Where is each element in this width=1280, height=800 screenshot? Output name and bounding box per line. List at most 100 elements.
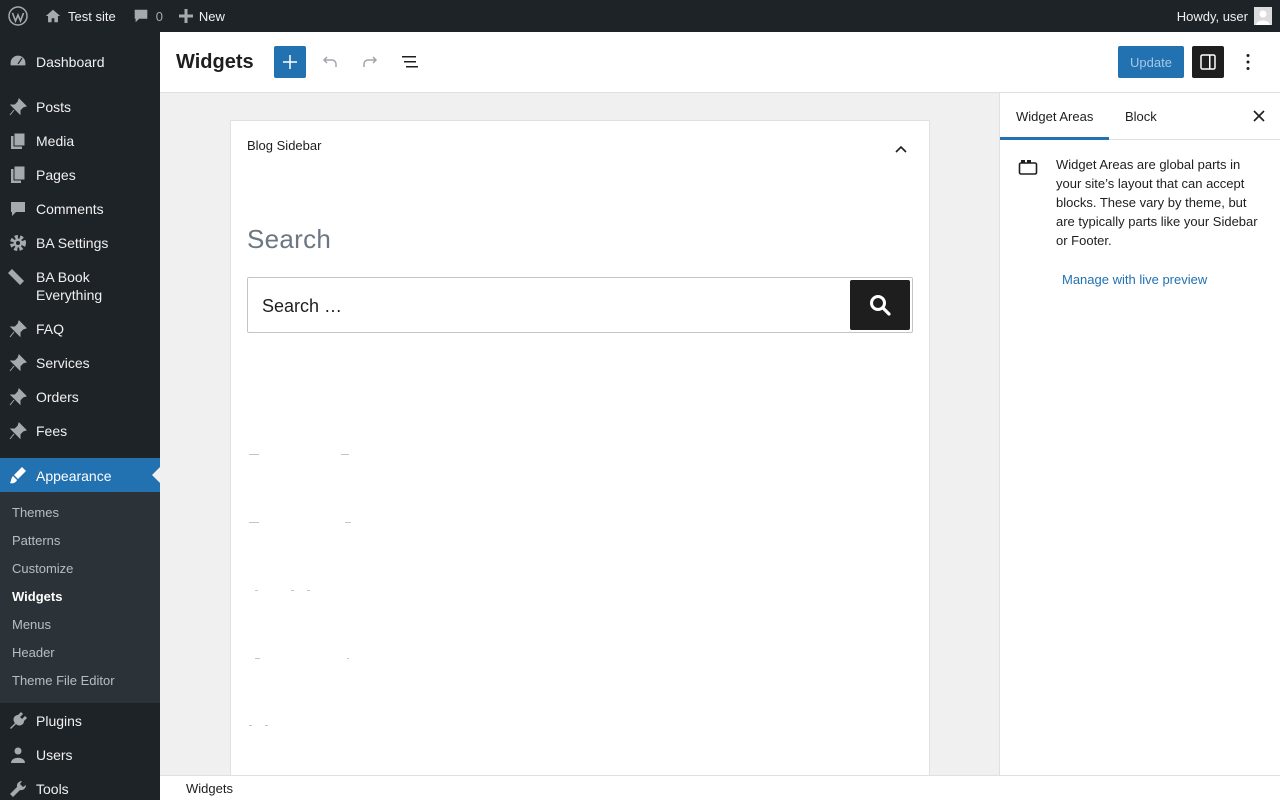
my-account-link[interactable]: Howdy, user — [1169, 0, 1280, 32]
editor-header: Widgets Update — [160, 32, 1280, 93]
submenu-item-themes[interactable]: Themes — [12, 505, 59, 520]
placeholder-block-line — [247, 725, 367, 726]
new-label: New — [198, 8, 225, 24]
new-content-link[interactable]: New — [171, 0, 233, 32]
redo-icon — [363, 56, 378, 67]
sidebar-item-appearance[interactable]: Appearance — [0, 458, 160, 492]
placeholder-block-line — [247, 454, 367, 455]
sidebar-item-comments[interactable]: Comments — [0, 199, 160, 219]
sidebar-item-posts[interactable]: Posts — [0, 97, 160, 117]
sidebar-item-orders[interactable]: Orders — [0, 387, 160, 407]
sidebar-item-label: BA Settings — [36, 235, 109, 251]
sidebar-item-services[interactable]: Services — [0, 353, 160, 373]
sidebar-item-media[interactable]: Media — [0, 131, 160, 151]
submenu-item-header[interactable]: Header — [12, 645, 55, 660]
sidebar-item-plugins[interactable]: Plugins — [0, 711, 160, 731]
brush-icon — [0, 465, 36, 485]
search-block-heading[interactable]: Search — [247, 224, 331, 255]
manage-live-preview-link[interactable]: Manage with live preview — [1062, 272, 1207, 287]
sidebar-panel-icon — [1200, 54, 1216, 70]
search-block[interactable]: Search … — [247, 277, 913, 333]
options-menu-button[interactable] — [1232, 46, 1264, 78]
sidebar-item-ba-settings[interactable]: BA Settings — [0, 233, 160, 253]
list-view-icon — [402, 56, 418, 68]
sidebar-item-faq[interactable]: FAQ — [0, 319, 160, 339]
search-input[interactable]: Search … — [262, 296, 342, 317]
editor-footer: Widgets — [160, 775, 1280, 800]
close-icon — [1253, 110, 1265, 122]
sidebar-item-label: Dashboard — [36, 54, 105, 70]
dashboard-icon — [0, 52, 36, 72]
settings-sidebar-toggle[interactable] — [1192, 46, 1224, 78]
submenu-item-patterns[interactable]: Patterns — [12, 533, 60, 548]
sidebar-item-fees[interactable]: Fees — [0, 421, 160, 441]
settings-sidebar: Widget Areas Block Widget Areas are glob… — [999, 93, 1280, 775]
gear-icon — [0, 233, 36, 253]
plug-icon — [0, 711, 36, 731]
placeholder-block-line — [247, 658, 367, 659]
search-icon — [870, 295, 891, 316]
editor-canvas: Blog Sidebar Search Search … — [160, 93, 999, 775]
comments-count: 0 — [155, 8, 163, 24]
comment-bubble-icon — [132, 7, 150, 25]
sidebar-item-dashboard[interactable]: Dashboard — [0, 52, 160, 72]
pages-icon — [0, 165, 36, 185]
submenu-item-widgets[interactable]: Widgets — [12, 589, 62, 604]
sidebar-item-ba-book-everything[interactable]: BA Book Everything — [0, 267, 160, 304]
tab-widget-areas[interactable]: Widget Areas — [1000, 93, 1109, 140]
close-sidebar-button[interactable] — [1247, 104, 1271, 128]
pin-icon — [0, 353, 36, 373]
breadcrumb[interactable]: Widgets — [186, 781, 233, 796]
sidebar-item-label: Users — [36, 747, 73, 763]
admin-bar: Test site 0 New Howdy, user — [0, 0, 1280, 32]
undo-button[interactable] — [314, 46, 346, 78]
sidebar-item-users[interactable]: Users — [0, 745, 160, 765]
sidebar-item-tools[interactable]: Tools — [0, 779, 160, 799]
submenu-item-menus[interactable]: Menus — [12, 617, 51, 632]
user-icon — [0, 745, 36, 765]
sidebar-item-label: Orders — [36, 389, 79, 405]
page-title: Widgets — [176, 51, 254, 73]
appearance-submenu: Themes Patterns Customize Widgets Menus … — [0, 492, 160, 703]
wordpress-logo-icon[interactable] — [0, 0, 36, 32]
pin-icon — [0, 421, 36, 441]
sidebar-item-label: Tools — [36, 781, 69, 797]
submenu-item-theme-file-editor[interactable]: Theme File Editor — [12, 673, 115, 688]
sidebar-item-pages[interactable]: Pages — [0, 165, 160, 185]
tab-block[interactable]: Block — [1109, 93, 1173, 140]
wrench-icon — [0, 779, 36, 799]
submenu-item-customize[interactable]: Customize — [12, 561, 73, 576]
redo-button[interactable] — [354, 46, 386, 78]
site-name: Test site — [68, 8, 116, 24]
plus-icon — [178, 9, 193, 23]
greeting: Howdy, user — [1176, 8, 1248, 24]
more-vertical-icon — [1246, 54, 1250, 70]
add-block-button[interactable] — [274, 46, 306, 78]
sidebar-tabs: Widget Areas Block — [1000, 93, 1280, 140]
sidebar-item-label: Plugins — [36, 713, 82, 729]
sidebar-item-label: Media — [36, 133, 75, 149]
widget-area-panel: Blog Sidebar Search Search … — [230, 120, 930, 775]
collapse-widget-area-button[interactable] — [889, 137, 913, 161]
pin-icon — [0, 97, 36, 117]
list-view-button[interactable] — [394, 46, 426, 78]
widget-area-title[interactable]: Blog Sidebar — [247, 138, 321, 153]
admin-sidebar: Dashboard Posts Media Pages Comments BA … — [0, 32, 160, 800]
update-button[interactable]: Update — [1118, 46, 1184, 78]
placeholder-block-line — [247, 522, 367, 523]
search-submit-button[interactable] — [850, 280, 910, 330]
undo-icon — [322, 56, 337, 67]
placeholder-block-line — [247, 590, 367, 591]
sidebar-item-label: Fees — [36, 423, 68, 439]
sidebar-item-label: FAQ — [36, 321, 65, 337]
media-icon — [0, 131, 36, 151]
widget-areas-description: Widget Areas are global parts in your si… — [1056, 157, 1258, 248]
widget-area-icon — [1018, 159, 1038, 180]
sidebar-item-label: Appearance — [36, 467, 112, 484]
pin-icon — [0, 387, 36, 407]
tickets-icon — [0, 267, 36, 287]
sidebar-item-label: Comments — [36, 201, 104, 217]
sidebar-item-label: Services — [36, 355, 90, 371]
comments-link[interactable]: 0 — [124, 0, 171, 32]
site-name-link[interactable]: Test site — [36, 0, 124, 32]
